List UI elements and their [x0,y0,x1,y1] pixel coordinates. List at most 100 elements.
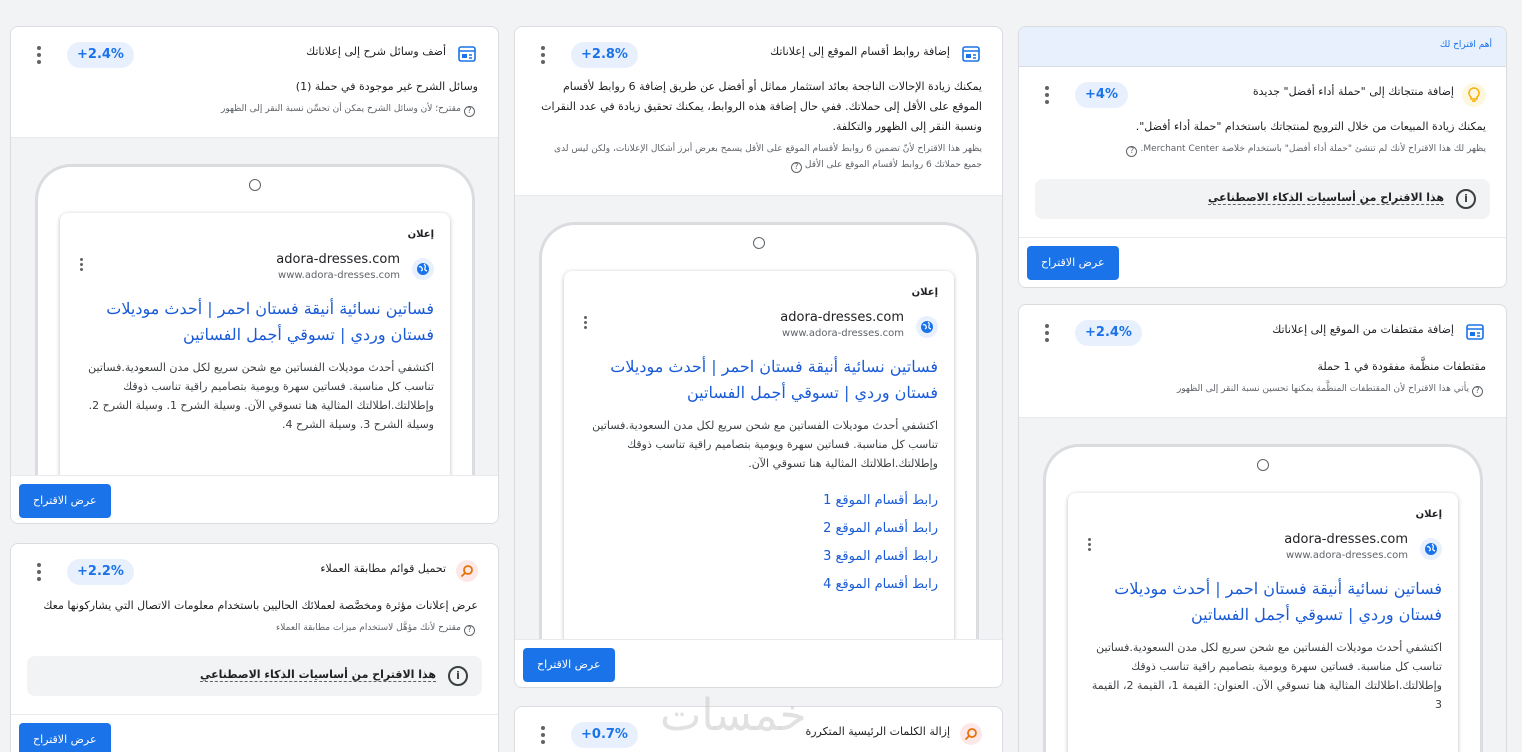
card-note: ?مقترح لأنك مؤهَّل لاستخدام ميزات مطابقة… [11,616,498,636]
uplift-badge: +4% [1075,82,1128,108]
help-icon[interactable]: ? [464,625,475,636]
ad-site-url: www.adora-dresses.com [1286,550,1408,561]
view-suggestion-button[interactable]: عرض الاقتراح [1027,246,1119,280]
ad-body: اكتشفي أحدث موديلات الفساتين مع شحن سريع… [1091,641,1442,711]
lightbulb-icon [1462,83,1486,107]
phone-frame: إعلان adora-dresses.com www.adora-dresse… [1043,444,1483,752]
ad-label: إعلان [1415,509,1442,520]
ad-preview: إعلان adora-dresses.com www.adora-dresse… [60,213,450,475]
watermark: خمسات [660,690,807,741]
sitelinks-list: رابط أقسام الموقع 1 رابط أقسام الموقع 2 … [580,487,938,599]
ai-essentials-link[interactable]: هذا الاقتراح من أساسيات الذكاء الاصطناعي [200,668,436,682]
card-header: إضافة منتجاتك إلى "حملة أداء أفضل" جديدة… [1019,67,1506,123]
uplift-badge: +2.8% [571,42,638,68]
ai-info-icon: i [1456,189,1476,209]
globe-icon [412,258,434,280]
ad-site-name: adora-dresses.com [276,252,400,267]
help-icon[interactable]: ? [790,162,802,173]
more-options-icon[interactable] [1037,81,1057,109]
more-options-icon[interactable] [1037,319,1057,347]
ai-essentials-box: i هذا الاقتراح من أساسيات الذكاء الاصطنا… [27,656,482,696]
view-suggestion-button[interactable]: عرض الاقتراح [19,484,111,518]
ad-more-icon [1088,538,1091,551]
card-note: يظهر لك هذا الاقتراح لأنك لم تنشئ "حملة … [1019,137,1506,157]
ad-site-row: adora-dresses.com www.adora-dresses.com [580,310,938,350]
phone-frame: إعلان adora-dresses.com www.adora-dresse… [35,164,475,475]
more-options-icon[interactable] [29,41,49,69]
ad-site-name: adora-dresses.com [780,310,904,325]
ad-preview: إعلان adora-dresses.com www.adora-dresse… [1068,493,1458,752]
ad-headline: فساتين نسائية أنيقة فستان احمر | أحدث مو… [1114,579,1442,624]
view-suggestion-button[interactable]: عرض الاقتراح [523,648,615,682]
sitelink-item: رابط أقسام الموقع 2 [823,521,938,536]
ai-essentials-link[interactable]: هذا الاقتراح من أساسيات الذكاء الاصطناعي [1208,191,1444,205]
uplift-badge: +0.7% [571,722,638,748]
ai-info-icon: i [448,666,468,686]
ad-headline: فساتين نسائية أنيقة فستان احمر | أحدث مو… [106,299,434,344]
ad-site-row: adora-dresses.com www.adora-dresses.com [76,252,434,292]
ad-body: اكتشفي أحدث موديلات الفساتين مع شحن سريع… [592,419,938,470]
more-options-icon[interactable] [29,558,49,586]
ad-site-url: www.adora-dresses.com [782,328,904,339]
phone-camera [753,237,765,249]
ad-site-row: adora-dresses.com www.adora-dresses.com [1084,532,1442,572]
card-header: إضافة مقتطفات من الموقع إلى إعلاناتك +2.… [1019,305,1506,361]
ad-more-icon [80,258,83,271]
view-suggestion-button[interactable]: عرض الاقتراح [19,723,111,752]
search-icon [456,560,478,582]
top-suggestion-banner: أهم اقتراح لك [1019,27,1506,67]
card-footer: عرض الاقتراح [11,714,498,752]
card-note: ?يأتي هذا الاقتراح لأن المقتطفات المنظَّ… [1019,377,1506,397]
card-note: ?مقترح؛ لأن وسائل الشرح يمكن أن تحسِّن ن… [11,97,498,117]
ad-extension-icon [960,43,982,65]
ad-extension-icon [1464,321,1486,343]
ad-label: إعلان [911,287,938,298]
phone-camera [249,179,261,191]
more-options-icon[interactable] [533,41,553,69]
card-note: يظهر هذا الاقتراح لأنّ تضمين 6 روابط لأق… [554,144,982,173]
ad-body: اكتشفي أحدث موديلات الفساتين مع شحن سريع… [88,361,434,431]
ad-site-url: www.adora-dresses.com [278,270,400,281]
uplift-badge: +2.4% [1075,320,1142,346]
card-title: إضافة مقتطفات من الموقع إلى إعلاناتك [1272,323,1454,336]
phone-frame: إعلان adora-dresses.com www.adora-dresse… [539,222,979,639]
customer-match-suggestion-card: تحميل قوائم مطابقة العملاء +2.2% عرض إعل… [10,543,499,752]
globe-icon [1420,538,1442,560]
sitelinks-suggestion-card: إضافة روابط أقسام الموقع إلى إعلاناتك +2… [514,26,1003,688]
uplift-badge: +2.4% [67,42,134,68]
uplift-badge: +2.2% [67,559,134,585]
sitelink-item: رابط أقسام الموقع 3 [823,549,938,564]
ad-label: إعلان [407,229,434,240]
ad-extension-icon [456,43,478,65]
ad-headline: فساتين نسائية أنيقة فستان احمر | أحدث مو… [610,357,938,402]
phone-camera [1257,459,1269,471]
ad-site-name: adora-dresses.com [1284,532,1408,547]
more-options-icon[interactable] [533,721,553,749]
snippets-suggestion-card: إضافة مقتطفات من الموقع إلى إعلاناتك +2.… [1018,304,1507,752]
help-icon[interactable]: ? [1472,386,1483,397]
card-header: أضف وسائل شرح إلى إعلاناتك +2.4% [11,27,498,83]
sitelink-item: رابط أقسام الموقع 1 [823,493,938,508]
card-footer: عرض الاقتراح [11,475,498,523]
callout-suggestion-card: أضف وسائل شرح إلى إعلاناتك +2.4% وسائل ا… [10,26,499,524]
ai-essentials-box: i هذا الاقتراح من أساسيات الذكاء الاصطنا… [1035,179,1490,219]
ad-preview: إعلان adora-dresses.com www.adora-dresse… [564,271,954,639]
card-footer: عرض الاقتراح [1019,237,1506,287]
ad-preview-area: إعلان adora-dresses.com www.adora-dresse… [515,195,1002,639]
card-title: إزالة الكلمات الرئيسية المتكررة [805,725,950,738]
help-icon[interactable]: ? [1126,146,1138,157]
card-footer: عرض الاقتراح [515,639,1002,687]
sitelink-item: رابط أقسام الموقع 4 [823,577,938,592]
card-description: يمكنك زيادة الإحالات الناجحة بعائد استثم… [541,80,982,133]
ad-preview-area: إعلان adora-dresses.com www.adora-dresse… [1019,417,1506,752]
globe-icon [916,316,938,338]
card-title: تحميل قوائم مطابقة العملاء [320,562,446,575]
card-title: أضف وسائل شرح إلى إعلاناتك [306,45,446,58]
top-suggestion-card: أهم اقتراح لك إضافة منتجاتك إلى "حملة أد… [1018,26,1507,288]
ad-preview-area: إعلان adora-dresses.com www.adora-dresse… [11,137,498,475]
search-icon [960,723,982,745]
help-icon[interactable]: ? [464,106,475,117]
banner-label: أهم اقتراح لك [1439,40,1492,50]
card-header: تحميل قوائم مطابقة العملاء +2.2% [11,544,498,600]
card-title: إضافة منتجاتك إلى "حملة أداء أفضل" جديدة [1252,85,1454,98]
